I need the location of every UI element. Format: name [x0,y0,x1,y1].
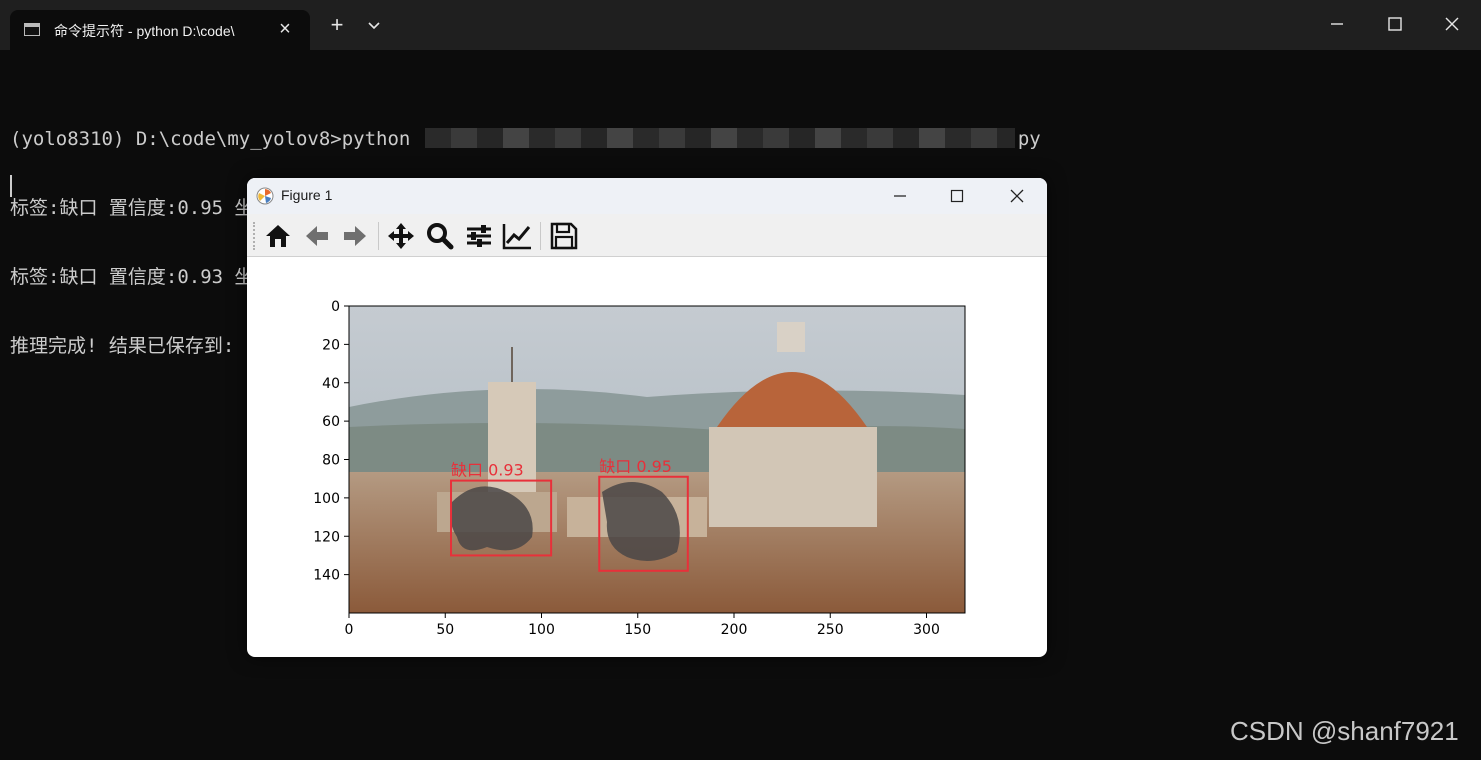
pan-icon[interactable] [385,221,417,251]
terminal-tab[interactable]: 命令提示符 - python D:\code\ × [10,10,310,50]
y-tick-label: 120 [313,529,340,545]
y-tick-label: 0 [331,299,340,315]
y-tick-label: 100 [313,491,340,507]
command-line: (yolo8310) D:\code\my_yolov8>python py [10,128,1041,151]
y-tick-label: 20 [322,337,340,353]
tab-title: 命令提示符 - python D:\code\ [54,23,235,39]
text-cursor [10,175,12,197]
plot-canvas[interactable]: 0 20 40 60 80 100 120 140 0 50 100 150 200 250 300 缺口 … [247,257,1047,657]
x-tick-label: 200 [721,622,748,638]
matplotlib-logo-icon [256,187,274,205]
prompt-text: (yolo8310) D:\code\my_yolov8>python [10,128,422,150]
command-suffix: py [1017,128,1041,150]
subplots-config-icon[interactable] [463,221,495,251]
figure-toolbar [247,214,1047,257]
close-window-button[interactable] [1440,8,1464,38]
toolbar-separator [540,222,541,250]
detection-label: 缺口 0.95 [599,457,672,476]
zoom-icon[interactable] [424,221,456,251]
new-tab-button[interactable]: + [326,14,348,36]
chevron-down-icon[interactable] [364,14,384,36]
home-icon[interactable] [262,221,294,251]
y-tick-label: 60 [322,414,340,430]
x-tick-label: 100 [528,622,555,638]
redacted-filename [424,128,1015,148]
figure-close-button[interactable] [1005,184,1029,208]
save-icon[interactable] [548,221,580,251]
edit-axes-icon[interactable] [501,221,533,251]
minimize-button[interactable] [1325,8,1349,38]
x-tick-label: 150 [624,622,651,638]
y-tick-label: 40 [322,376,340,392]
detection-label: 缺口 0.93 [451,461,524,480]
toolbar-grip [253,222,255,250]
figure-maximize-button[interactable] [945,184,969,208]
terminal-titlebar: 命令提示符 - python D:\code\ × + [0,0,1481,50]
figure-minimize-button[interactable] [888,184,912,208]
figure-title: Figure 1 [281,187,333,203]
y-tick-label: 140 [313,568,340,584]
terminal-icon [24,23,40,36]
x-tick-label: 50 [436,622,454,638]
back-arrow-icon[interactable] [301,221,333,251]
y-tick-label: 80 [322,453,340,469]
forward-arrow-icon[interactable] [339,221,371,251]
tab-close-icon[interactable]: × [274,18,296,40]
watermark: CSDN @shanf7921 [1230,716,1459,746]
x-tick-label: 300 [913,622,940,638]
figure-window: Figure 1 0 20 40 60 80 100 120 140 0 50 … [247,178,1047,657]
toolbar-separator [378,222,379,250]
x-tick-label: 250 [817,622,844,638]
figure-titlebar: Figure 1 [247,178,1047,214]
x-tick-label: 0 [345,622,354,638]
maximize-button[interactable] [1383,8,1407,38]
